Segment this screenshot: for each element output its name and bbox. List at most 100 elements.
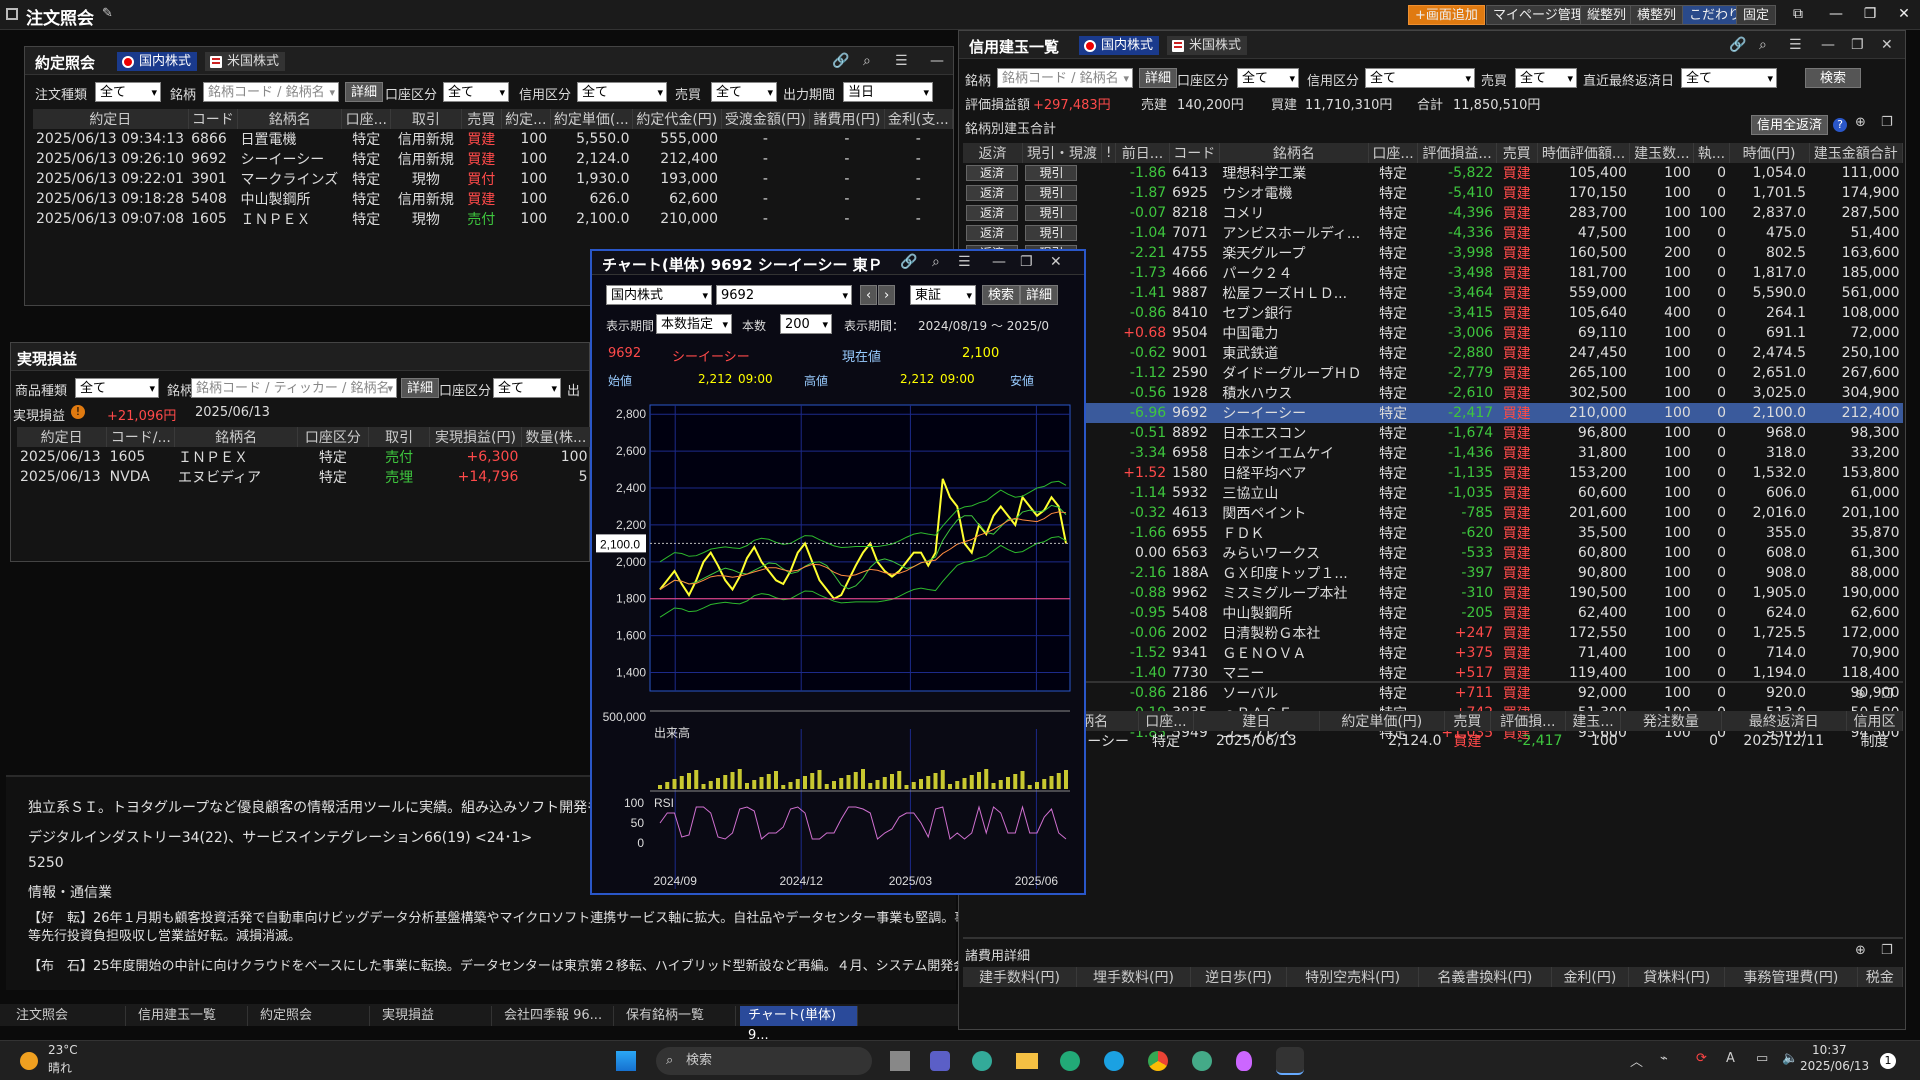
ime-icon[interactable]: A xyxy=(1726,1051,1735,1066)
column-header[interactable]: 約定代金(円) xyxy=(632,109,722,129)
column-header[interactable]: 現引・現渡 xyxy=(1022,143,1102,163)
app-icon-6[interactable] xyxy=(1236,1051,1252,1071)
column-header[interactable]: 建玉... xyxy=(1565,711,1622,731)
column-header[interactable]: 約定日 xyxy=(17,427,108,447)
bottom-tab[interactable]: 信用建玉一覧 xyxy=(130,1006,248,1026)
credit-select[interactable]: 全て xyxy=(577,82,667,103)
close-icon[interactable]: ✕ xyxy=(1881,37,1893,53)
column-header[interactable]: 取引 xyxy=(368,427,431,447)
table-row[interactable]: 返済現引-2.214755楽天グループ特定-3,998買建160,5002000… xyxy=(963,243,1903,263)
column-header[interactable]: 建日 xyxy=(1193,711,1320,731)
stock-input[interactable]: 銘柄コード / 銘柄名 xyxy=(997,68,1133,89)
table-row[interactable]: 返済現引-1.122590ダイドーグループＨＤ特定-2,779買建265,100… xyxy=(963,363,1903,383)
close-icon[interactable]: ✕ xyxy=(1890,3,1918,25)
account-select[interactable]: 全て xyxy=(493,378,561,399)
table-row[interactable]: 返済現引-1.734666パーク２４特定-3,498買建181,70010001… xyxy=(963,263,1903,283)
column-header[interactable]: 口座区分 xyxy=(297,427,370,447)
maximize-icon[interactable]: ❐ xyxy=(1851,37,1864,53)
download-icon[interactable]: ⊕ xyxy=(1855,943,1866,958)
table-row[interactable]: 返済 現引 -1.86 6413 理想科学工業 特定 -5,822 買建 105,400 100 0… xyxy=(963,163,1903,183)
windows-start-icon[interactable] xyxy=(616,1051,636,1071)
detail-button[interactable]: 詳細 xyxy=(345,82,384,102)
repay-button[interactable]: 返済 xyxy=(966,165,1018,181)
column-header[interactable]: 最終返済日 xyxy=(1721,711,1848,731)
count-input[interactable]: 200 xyxy=(780,314,832,335)
table-row[interactable]: 2025/06/13 1605 ＩＮＰＥＸ 特定 売付 +6,300 100 xyxy=(17,447,591,467)
menu-icon[interactable]: ☰ xyxy=(1789,37,1802,53)
credit-select[interactable]: 全て xyxy=(1365,68,1475,89)
column-header[interactable]: 金利(支... xyxy=(884,109,954,129)
column-header[interactable]: 約定... xyxy=(501,109,551,129)
copy-icon[interactable]: ❐ xyxy=(1881,115,1893,130)
taskbar-search[interactable]: ⌕ 検索 xyxy=(656,1047,872,1075)
app-icon-2[interactable] xyxy=(930,1051,950,1071)
table-row[interactable]: 返済現引+0.689504中国電力特定-3,006買建69,1101000691… xyxy=(963,323,1903,343)
table-row[interactable]: 返済現引+1.521580日経平均ベア特定-1,135買建153,2001000… xyxy=(963,463,1903,483)
column-header[interactable]: コード xyxy=(1169,143,1220,163)
help-icon[interactable]: ? xyxy=(1833,118,1847,132)
column-header[interactable]: 受渡金額(円) xyxy=(721,109,811,129)
column-header[interactable]: 逆日歩(円) xyxy=(1190,967,1287,987)
period-select[interactable]: 当日 xyxy=(843,82,933,103)
column-header[interactable]: 評価損益... xyxy=(1417,143,1497,163)
tile-horizontal-button[interactable]: 横整列 xyxy=(1630,5,1684,25)
table-row[interactable]: 返済 現引 -1.87 6925 ウシオ電機 特定 -5,410 買建 170,150 100 0 1… xyxy=(963,183,1903,203)
table-row[interactable]: 2025/06/13 09:22:01 3901 マークラインズ 特定 現物 買付 100 1… xyxy=(33,169,953,189)
column-header[interactable]: 売買 xyxy=(461,109,502,129)
table-row[interactable]: 返済 現引 -1.04 7071 アンビスホールディ... 特定 -4,336 買建 47,50… xyxy=(963,223,1903,243)
tab-us[interactable]: 米国株式 xyxy=(1167,36,1248,55)
display-icon[interactable]: ▭ xyxy=(1756,1051,1768,1066)
popout-icon[interactable]: ⧉ xyxy=(1784,3,1812,25)
table-row[interactable]: 返済現引-0.561928積水ハウス特定-2,610買建302,50010003… xyxy=(963,383,1903,403)
table-row[interactable]: 返済現引-1.666955ＦＤＫ特定-620買建35,5001000355.03… xyxy=(963,523,1903,543)
code-input[interactable]: 9692 xyxy=(716,285,852,306)
table-row[interactable]: 返済現引-0.062002日清製粉Ｇ本社特定+247買建172,55010001… xyxy=(963,623,1903,643)
column-header[interactable]: 銘柄名 xyxy=(1219,143,1369,163)
column-header[interactable]: 前日... xyxy=(1115,143,1170,163)
table-row[interactable]: 返済現引-1.407730マニー特定+517買建119,40010001,194… xyxy=(963,663,1903,683)
copy-icon[interactable]: ❐ xyxy=(1881,943,1893,958)
genbiki-button[interactable]: 現引 xyxy=(1025,205,1078,221)
download-icon[interactable]: ⊕ xyxy=(1855,115,1866,130)
repay-button[interactable]: 返済 xyxy=(966,225,1018,241)
bottom-tab[interactable]: 約定照会 xyxy=(252,1006,370,1026)
table-row[interactable]: 返済現引-3.346958日本シイエムケイ特定-1,436買建31,800100… xyxy=(963,443,1903,463)
link-icon[interactable]: 🔗 xyxy=(900,254,917,270)
column-header[interactable]: 建玉金額合計 xyxy=(1809,143,1904,163)
table-row[interactable]: 返済現引-0.629001東武鉄道特定-2,880買建247,45010002,… xyxy=(963,343,1903,363)
minimize-icon[interactable]: — xyxy=(1822,3,1850,25)
repay-button[interactable]: 返済 xyxy=(966,205,1018,221)
table-row[interactable]: 2025/06/13 09:07:08 1605 ＩＮＰＥＸ 特定 現物 売付 100 2,1… xyxy=(33,209,953,229)
market-select[interactable]: 国内株式 xyxy=(606,285,712,306)
column-header[interactable]: 実現損益(円) xyxy=(429,427,522,447)
app-icon-5[interactable] xyxy=(1192,1051,1212,1071)
link-icon[interactable]: 🔗 xyxy=(1729,37,1746,53)
period-mode-select[interactable]: 本数指定 xyxy=(656,314,732,335)
search-button[interactable]: 検索 xyxy=(1805,68,1862,88)
column-header[interactable]: 口座... xyxy=(1368,143,1419,163)
tab-us[interactable]: 米国株式 xyxy=(205,52,286,71)
order-type-select[interactable]: 全て xyxy=(95,82,161,103)
menu-icon[interactable]: ☰ xyxy=(958,254,971,270)
table-row[interactable]: 返済現引-0.518892日本エスコン特定-1,674買建96,80010009… xyxy=(963,423,1903,443)
table-row[interactable]: 返済 現引 -0.07 8218 コメリ 特定 -4,396 買建 283,700 100 100 2… xyxy=(963,203,1903,223)
detail-button[interactable]: 詳細 xyxy=(1020,285,1059,305)
tab-domestic[interactable]: 国内株式 xyxy=(1079,36,1160,55)
column-header[interactable]: 取引 xyxy=(390,109,462,129)
column-header[interactable]: コード/... xyxy=(106,427,176,447)
mypage-manage-button[interactable]: マイページ管理 xyxy=(1486,5,1591,25)
minimize-icon[interactable]: — xyxy=(1821,37,1835,53)
next-button[interactable]: › xyxy=(878,285,896,305)
detail-button[interactable]: 詳細 xyxy=(1139,68,1178,88)
column-header[interactable]: コード xyxy=(188,109,238,129)
app-icon-3[interactable] xyxy=(972,1051,992,1071)
trading-app-icon[interactable] xyxy=(1276,1047,1304,1075)
side-select[interactable]: 全て xyxy=(711,82,777,103)
genbiki-button[interactable]: 現引 xyxy=(1025,185,1078,201)
column-header[interactable]: 売買 xyxy=(1496,143,1538,163)
close-icon[interactable]: ✕ xyxy=(1050,254,1062,270)
table-row[interactable]: 返済現引-1.145932三協立山特定-1,035買建60,6001000606… xyxy=(963,483,1903,503)
column-header[interactable]: 約定単価(... xyxy=(550,109,634,129)
column-header[interactable]: 売買 xyxy=(1444,711,1491,731)
network-icon[interactable]: ⌁ xyxy=(1660,1051,1668,1066)
